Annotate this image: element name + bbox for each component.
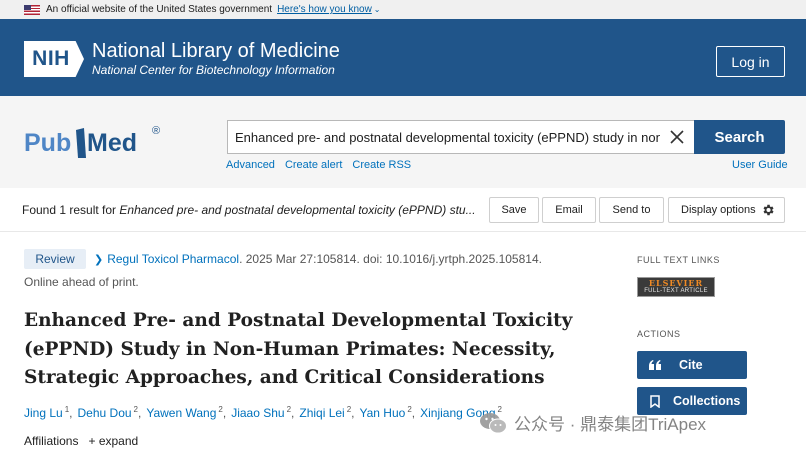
found-query: Enhanced pre- and postnatal developmenta… bbox=[119, 203, 476, 217]
gov-banner: An official website of the United States… bbox=[0, 0, 806, 19]
login-button[interactable]: Log in bbox=[716, 46, 785, 77]
citation-details: . 2025 Mar 27:105814. doi: 10.1016/j.yrt… bbox=[239, 252, 542, 266]
search-area: Pub Med ® Search Advanced Create alert C… bbox=[0, 96, 806, 188]
search-button[interactable]: Search bbox=[694, 120, 785, 154]
watermark-text: 公众号 · 鼎泰集团TriApex bbox=[514, 415, 707, 434]
quote-icon bbox=[647, 360, 663, 370]
actions-heading: ACTIONS bbox=[637, 329, 681, 339]
clear-search-button[interactable] bbox=[660, 121, 694, 153]
create-alert-link[interactable]: Create alert bbox=[285, 159, 342, 171]
pubmed-logo-bookmark bbox=[76, 128, 86, 158]
chevron-down-icon: ⌄ bbox=[373, 5, 381, 14]
pubmed-logo[interactable]: Pub Med ® bbox=[24, 118, 174, 164]
author-name-link[interactable]: Yawen Wang bbox=[146, 406, 216, 420]
search-input[interactable] bbox=[228, 121, 660, 153]
author-item: Yawen Wang 2, bbox=[146, 405, 226, 420]
nih-header: NIH National Library of Medicine Nationa… bbox=[0, 19, 806, 96]
search-box bbox=[227, 120, 694, 154]
email-button[interactable]: Email bbox=[542, 197, 596, 223]
results-bar: Found 1 result for Enhanced pre- and pos… bbox=[0, 188, 806, 232]
author-name-link[interactable]: Dehu Dou bbox=[78, 406, 132, 420]
citation-line: ❯ Regul Toxicol Pharmacol. 2025 Mar 27:10… bbox=[94, 252, 542, 266]
nih-logo-mark: NIH bbox=[24, 41, 84, 77]
wechat-icon bbox=[480, 412, 507, 433]
heres-how-you-know-label: Here's how you know bbox=[277, 4, 372, 15]
chevron-right-icon: ❯ bbox=[94, 254, 104, 266]
ncbi-subtitle: National Center for Biotechnology Inform… bbox=[92, 63, 335, 77]
advanced-search-link[interactable]: Advanced bbox=[226, 159, 275, 171]
author-separator: , bbox=[222, 406, 227, 420]
affiliations-label: Affiliations bbox=[24, 434, 79, 448]
elsevier-label: ELSEVIER bbox=[648, 278, 704, 288]
author-item: Jiaao Shu 2, bbox=[231, 405, 294, 420]
affiliations-row: Affiliations + expand bbox=[24, 434, 138, 448]
author-item: Yan Huo 2, bbox=[360, 405, 416, 420]
author-item: Dehu Dou 2, bbox=[78, 405, 142, 420]
full-text-links-heading: FULL TEXT LINKS bbox=[637, 255, 720, 265]
cite-button[interactable]: Cite bbox=[637, 351, 747, 379]
user-guide-link[interactable]: User Guide bbox=[732, 159, 788, 171]
expand-affiliations-button[interactable]: + expand bbox=[88, 434, 138, 448]
heres-how-you-know-link[interactable]: Here's how you know ⌄ bbox=[277, 4, 380, 15]
nlm-title: National Library of Medicine bbox=[92, 40, 340, 62]
author-separator: , bbox=[411, 406, 416, 420]
send-to-button[interactable]: Send to bbox=[599, 197, 664, 223]
author-separator: , bbox=[69, 406, 73, 420]
wechat-watermark: 公众号 · 鼎泰集团TriApex bbox=[478, 410, 706, 435]
author-separator: , bbox=[351, 406, 355, 420]
found-prefix: Found 1 result for bbox=[22, 203, 120, 217]
save-button[interactable]: Save bbox=[489, 197, 539, 223]
us-flag-icon bbox=[24, 4, 40, 15]
pubmed-logo-med: Med bbox=[87, 129, 137, 157]
author-item: Zhiqi Lei 2, bbox=[299, 405, 354, 420]
author-list: Jing Lu 1, Dehu Dou 2, Yawen Wang 2, Jiaao Shu… bbox=[24, 405, 507, 420]
author-item: Jing Lu 1, bbox=[24, 405, 73, 420]
gov-banner-text: An official website of the United States… bbox=[46, 4, 273, 15]
journal-link[interactable]: Regul Toxicol Pharmacol bbox=[107, 252, 239, 266]
display-options-button[interactable]: Display options bbox=[668, 197, 785, 223]
nih-logo[interactable]: NIH National Library of Medicine Nationa… bbox=[24, 41, 340, 77]
cite-label: Cite bbox=[679, 358, 703, 372]
pubmed-logo-pub: Pub bbox=[24, 129, 71, 157]
elsevier-full-text-link[interactable]: ELSEVIER FULL-TEXT ARTICLE bbox=[637, 277, 715, 297]
found-results-text: Found 1 result for Enhanced pre- and pos… bbox=[22, 203, 476, 217]
author-separator: , bbox=[138, 406, 142, 420]
collections-label: Collections bbox=[673, 394, 741, 408]
search-links: Advanced Create alert Create RSS bbox=[226, 159, 411, 171]
gear-icon bbox=[763, 204, 774, 216]
author-name-link[interactable]: Jing Lu bbox=[24, 406, 63, 420]
full-text-article-label: FULL-TEXT ARTICLE bbox=[644, 288, 708, 294]
article-title: Enhanced Pre- and Postnatal Developmenta… bbox=[24, 310, 573, 388]
author-name-link[interactable]: Yan Huo bbox=[360, 406, 406, 420]
create-rss-link[interactable]: Create RSS bbox=[352, 159, 411, 171]
author-separator: , bbox=[291, 406, 295, 420]
display-options-label: Display options bbox=[681, 204, 756, 216]
article-type-badge: Review bbox=[24, 249, 86, 269]
author-name-link[interactable]: Zhiqi Lei bbox=[299, 406, 344, 420]
author-name-link[interactable]: Jiaao Shu bbox=[231, 406, 284, 420]
close-icon bbox=[670, 130, 684, 144]
bookmark-icon bbox=[647, 394, 663, 408]
publication-status: Online ahead of print. bbox=[24, 275, 139, 289]
pubmed-logo-registered: ® bbox=[152, 125, 160, 137]
